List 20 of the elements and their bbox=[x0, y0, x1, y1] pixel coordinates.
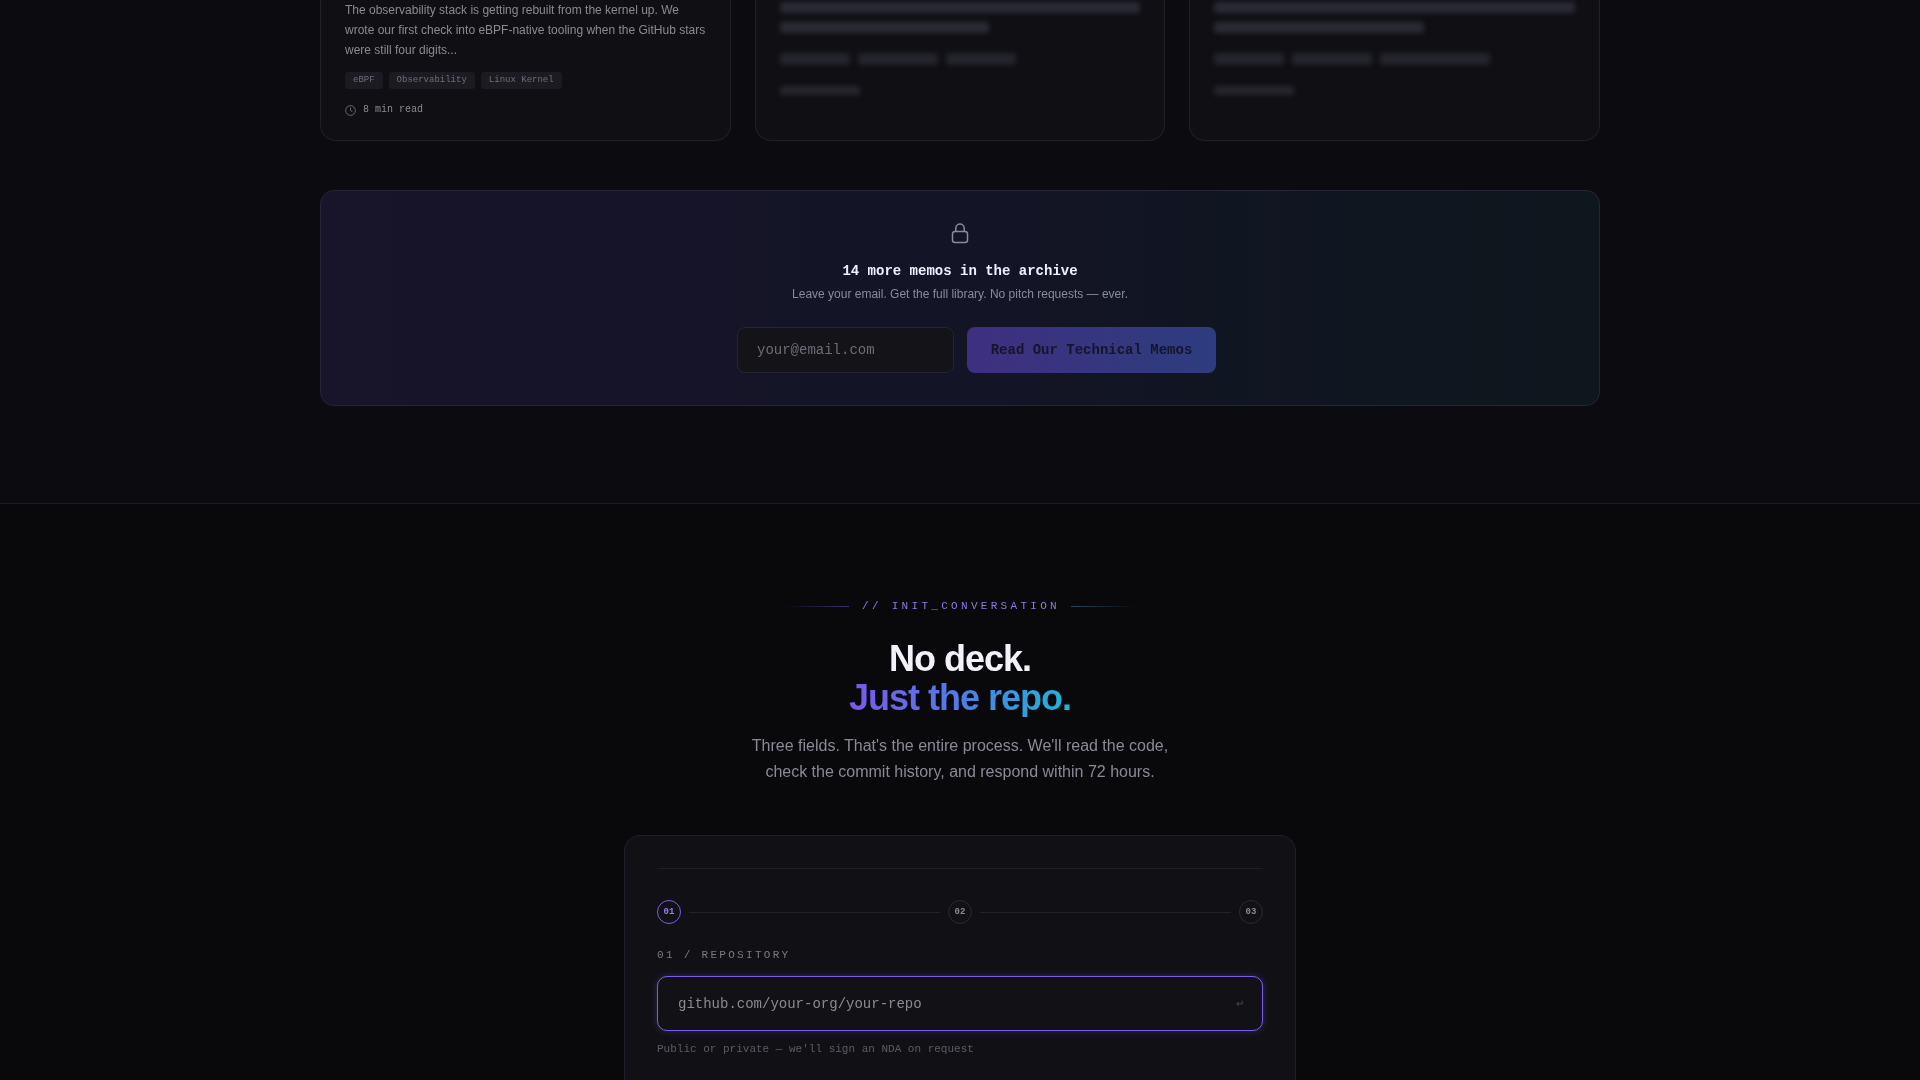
article-excerpt: The observability stack is getting rebuilt from the kernel up. We wrote our first check into eBPF-native tooling when the GitHub stars were still four digits... bbox=[345, 2, 706, 59]
email-input-field[interactable]: your@email.com bbox=[737, 327, 954, 373]
read-memos-button[interactable]: Read Our Technical Memos bbox=[967, 327, 1216, 373]
enter-key-hint: ↵ bbox=[1236, 997, 1244, 1010]
step-indicator: 02 bbox=[948, 900, 972, 924]
field-label: 01 / REPOSITORY bbox=[657, 948, 792, 962]
tag: eBPF bbox=[345, 72, 383, 89]
field-hint: Public or private — we'll sign an NDA on request bbox=[657, 1042, 975, 1056]
tag: Linux Kernel bbox=[480, 72, 562, 89]
section-heading: No deck. bbox=[888, 639, 1031, 678]
step-indicator: 01 bbox=[657, 900, 681, 924]
archive-title: 14 more memos in the archive bbox=[842, 262, 1078, 281]
read-time: 8 min read bbox=[363, 104, 423, 116]
section-intro: Three fields. That's the entire process. We'll read the code, check the commit history, and respond within 72 hours. bbox=[750, 736, 1170, 782]
clock-icon bbox=[345, 104, 356, 116]
lock-icon bbox=[951, 222, 969, 244]
archive-subtitle: Leave your email. Get the full library. No pitch requests — ever. bbox=[792, 286, 1128, 302]
step-indicator: 03 bbox=[1239, 900, 1263, 924]
tag: Observability bbox=[388, 72, 475, 89]
section-eyebrow: // INIT_CONVERSATION bbox=[862, 599, 1060, 614]
